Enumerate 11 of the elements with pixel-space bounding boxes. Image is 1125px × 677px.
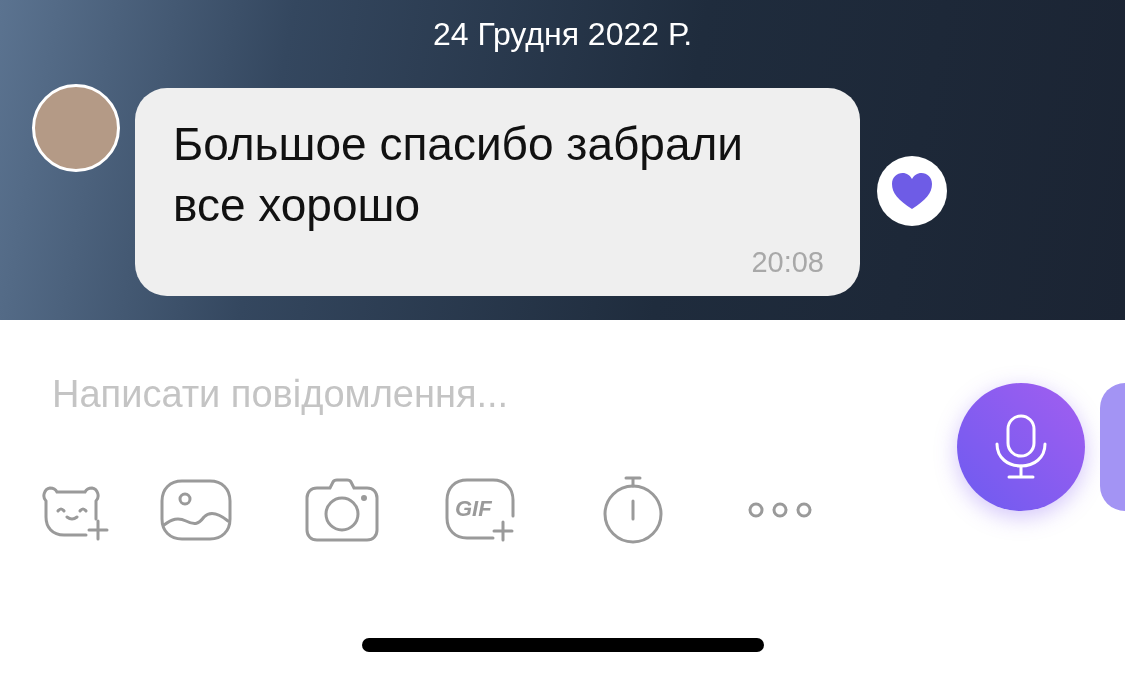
gif-button[interactable]: GIF xyxy=(445,475,602,545)
image-icon xyxy=(160,479,232,541)
message-input-field[interactable]: Написати повідомлення... xyxy=(52,366,812,423)
more-icon xyxy=(747,501,813,519)
message-text: Большое спасибо забрали все хорошо xyxy=(173,117,745,233)
date-label: 24 Грудня 2022 Р. xyxy=(432,16,693,52)
microphone-icon xyxy=(993,414,1049,480)
round-button[interactable] xyxy=(1100,383,1125,511)
heart-icon xyxy=(890,171,934,211)
message-time: 20:08 xyxy=(751,246,824,278)
camera-icon xyxy=(305,478,379,542)
